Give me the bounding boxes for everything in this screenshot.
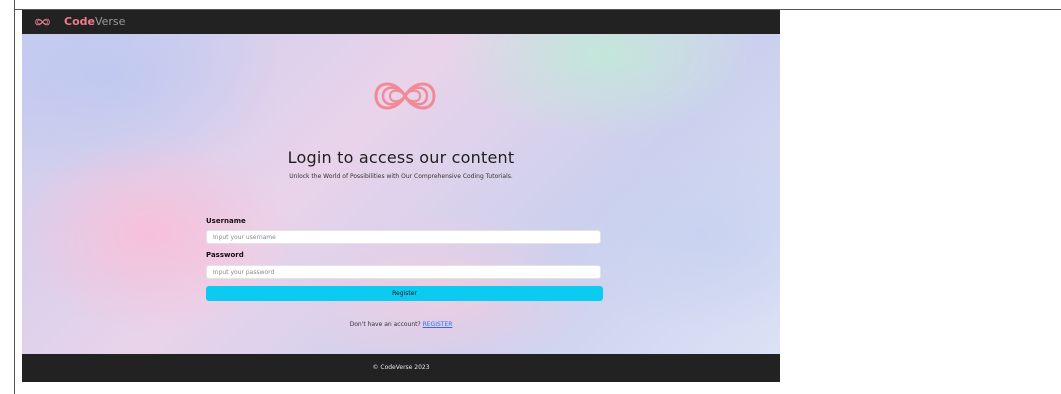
infinity-logo-icon[interactable]: [34, 15, 51, 29]
password-input[interactable]: [206, 265, 601, 279]
copyright-text: © CodeVerse 2023: [372, 364, 430, 371]
register-submit-button[interactable]: Register: [206, 286, 603, 301]
brand-name-part-verse: Verse: [94, 15, 126, 28]
register-link[interactable]: REGISTER: [423, 321, 453, 328]
page-title: Login to access our content: [287, 148, 515, 167]
signup-prompt-text: Don't have an account?: [349, 321, 421, 328]
brand-name[interactable]: CodeVerse: [64, 14, 125, 30]
password-label: Password: [206, 251, 244, 259]
hero-section: Login to access our content Unlock the W…: [22, 34, 780, 354]
footer: © CodeVerse 2023: [22, 354, 780, 382]
username-input[interactable]: [206, 230, 601, 244]
username-label: Username: [206, 217, 246, 225]
infinity-logo-icon: [374, 82, 436, 110]
page-subtitle: Unlock the World of Possibilities with O…: [289, 173, 513, 180]
app-page: CodeVerse Login to access our content Un…: [22, 10, 780, 382]
window-frame-left-border: [14, 0, 15, 394]
navbar: CodeVerse: [22, 10, 780, 34]
brand-name-part-code: Code: [64, 15, 95, 28]
signup-prompt: Don't have an account? REGISTER: [22, 321, 780, 329]
